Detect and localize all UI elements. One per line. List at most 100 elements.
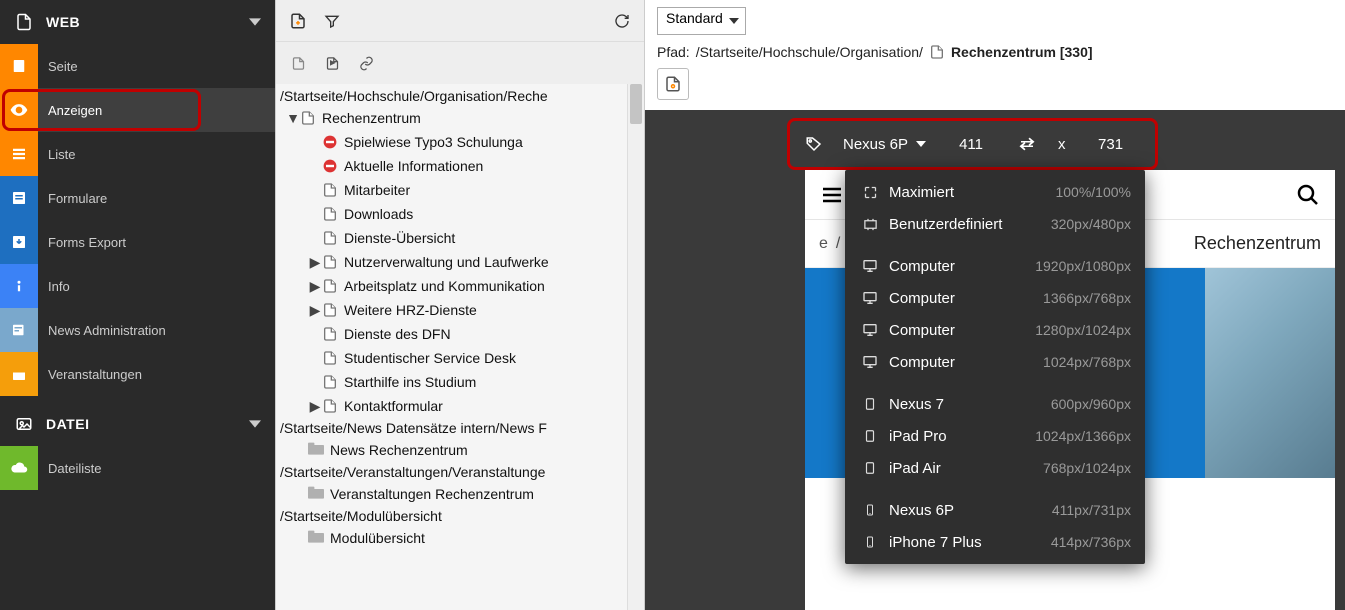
folder-icon — [308, 530, 324, 546]
tree-node[interactable]: Aktuelle Informationen — [280, 154, 644, 178]
preset-computer[interactable]: Computer1920px/1080px — [845, 250, 1145, 282]
module-item-liste[interactable]: Liste — [0, 132, 275, 176]
tree-node-label: Aktuelle Informationen — [344, 158, 483, 174]
tree-node-label: Arbeitsplatz und Kommunikation — [344, 278, 545, 294]
chevron-right-icon[interactable]: ▶ — [308, 302, 322, 319]
phone-icon — [859, 534, 881, 550]
swap-dimensions-icon[interactable] — [1016, 137, 1038, 151]
tablet-icon — [859, 396, 881, 412]
preset-label: Maximiert — [889, 184, 1055, 201]
page-doc-icon — [322, 374, 338, 390]
preset-nexus-7[interactable]: Nexus 7600px/960px — [845, 388, 1145, 420]
preset-computer[interactable]: Computer1366px/768px — [845, 282, 1145, 314]
calendar-icon — [0, 352, 38, 396]
page-tree-scrollbar[interactable] — [627, 84, 644, 610]
preset-dimensions: 1024px/1366px — [1035, 428, 1131, 444]
tree-node[interactable]: ▶Kontaktformular — [280, 394, 644, 418]
page-doc-icon — [322, 254, 338, 270]
tree-node[interactable]: ▶Weitere HRZ-Dienste — [280, 298, 644, 322]
module-group-file[interactable]: DATEI — [0, 402, 275, 446]
content-top-row: Standard — [645, 0, 1345, 42]
page-tree-panel: /Startseite/Hochschule/Organisation/Rech… — [275, 0, 645, 610]
preset-ipad-pro[interactable]: iPad Pro1024px/1366px — [845, 420, 1145, 452]
tree-node[interactable]: Dienste-Übersicht — [280, 226, 644, 250]
module-item-formulare[interactable]: Formulare — [0, 176, 275, 220]
width-input[interactable]: 411 — [946, 136, 996, 153]
chevron-down-icon[interactable]: ▼ — [286, 110, 300, 126]
preset-nexus-6p[interactable]: Nexus 6P411px/731px — [845, 494, 1145, 526]
preset-label: Computer — [889, 258, 1035, 275]
image-icon — [14, 414, 34, 434]
page-doc-icon[interactable] — [284, 49, 312, 77]
module-item-label: Info — [38, 279, 70, 294]
page-shortcut-icon[interactable] — [318, 49, 346, 77]
tree-node[interactable]: Starthilfe ins Studium — [280, 370, 644, 394]
page-type-select[interactable]: Standard — [657, 7, 746, 35]
edit-page-button[interactable] — [657, 68, 689, 100]
form-icon — [0, 176, 38, 220]
module-item-label: Veranstaltungen — [38, 367, 142, 382]
module-item-anzeigen[interactable]: Anzeigen — [0, 88, 275, 132]
preset-computer[interactable]: Computer1280px/1024px — [845, 314, 1145, 346]
breadcrumb-current: Rechenzentrum — [1194, 233, 1321, 254]
tree-node[interactable]: Mitarbeiter — [280, 178, 644, 202]
preset-iphone-7-plus[interactable]: iPhone 7 Plus414px/736px — [845, 526, 1145, 558]
new-page-icon[interactable] — [284, 7, 312, 35]
preset-dimensions: 100%/100% — [1055, 184, 1131, 200]
chevron-right-icon[interactable]: ▶ — [308, 398, 322, 415]
tree-node-label: Starthilfe ins Studium — [344, 374, 476, 390]
tree-node-folder[interactable]: Modulübersicht — [280, 526, 644, 550]
tree-node-folder[interactable]: News Rechenzentrum — [280, 438, 644, 462]
device-preset-menu: Maximiert100%/100%Benutzerdefiniert320px… — [845, 170, 1145, 564]
tree-node-label: Nutzerverwaltung und Laufwerke — [344, 254, 549, 270]
preset-dimensions: 320px/480px — [1051, 216, 1131, 232]
page-doc-icon — [322, 206, 338, 222]
desktop-icon — [859, 290, 881, 306]
preset-label: Computer — [889, 354, 1043, 371]
module-item-label: News Administration — [38, 323, 166, 338]
tree-node-label: Veranstaltungen Rechenzentrum — [330, 486, 534, 502]
preset-benutzerdefiniert[interactable]: Benutzerdefiniert320px/480px — [845, 208, 1145, 240]
module-group-web[interactable]: WEB — [0, 0, 275, 44]
page-doc-icon — [322, 230, 338, 246]
height-input[interactable]: 731 — [1086, 136, 1136, 153]
chevron-right-icon[interactable]: ▶ — [308, 278, 322, 295]
page-doc-icon — [322, 182, 338, 198]
preset-maximiert[interactable]: Maximiert100%/100% — [845, 176, 1145, 208]
chevron-right-icon[interactable]: ▶ — [308, 254, 322, 271]
preset-label: iPad Pro — [889, 428, 1035, 445]
hamburger-icon[interactable] — [819, 182, 845, 208]
tree-node[interactable]: ▶ Nutzerverwaltung und Laufwerke — [280, 250, 644, 274]
device-preset-label: Nexus 6P — [843, 136, 908, 153]
tree-node-root[interactable]: ▼ Rechenzentrum — [280, 106, 644, 130]
tree-node[interactable]: Dienste des DFN — [280, 322, 644, 346]
module-item-dateiliste[interactable]: Dateiliste — [0, 446, 275, 490]
tree-node[interactable]: ▶ Arbeitsplatz und Kommunikation — [280, 274, 644, 298]
search-icon[interactable] — [1295, 182, 1321, 208]
module-item-news-administration[interactable]: News Administration — [0, 308, 275, 352]
preset-label: iPhone 7 Plus — [889, 534, 1051, 551]
module-item-seite[interactable]: Seite — [0, 44, 275, 88]
module-item-label: Anzeigen — [38, 103, 102, 118]
module-item-veranstaltungen[interactable]: Veranstaltungen — [0, 352, 275, 396]
info-icon — [0, 264, 38, 308]
tree-node[interactable]: Spielwiese Typo3 Schulunga — [280, 130, 644, 154]
caret-down-icon — [916, 139, 926, 149]
tree-node[interactable]: Studentischer Service Desk — [280, 346, 644, 370]
preset-ipad-air[interactable]: iPad Air768px/1024px — [845, 452, 1145, 484]
preset-dimensions: 1366px/768px — [1043, 290, 1131, 306]
page-doc-icon — [322, 278, 338, 294]
filter-icon[interactable] — [318, 7, 346, 35]
module-item-info[interactable]: Info — [0, 264, 275, 308]
tree-node-folder[interactable]: Veranstaltungen Rechenzentrum — [280, 482, 644, 506]
link-icon[interactable] — [352, 49, 380, 77]
phone-icon — [859, 502, 881, 518]
page-doc-icon — [322, 302, 338, 318]
refresh-icon[interactable] — [608, 7, 636, 35]
preset-computer[interactable]: Computer1024px/768px — [845, 346, 1145, 378]
tree-node-label: Rechenzentrum — [322, 110, 421, 126]
module-item-forms-export[interactable]: Forms Export — [0, 220, 275, 264]
device-preset-dropdown[interactable]: Nexus 6P — [843, 136, 926, 153]
tree-node[interactable]: Downloads — [280, 202, 644, 226]
restricted-icon — [322, 158, 338, 174]
